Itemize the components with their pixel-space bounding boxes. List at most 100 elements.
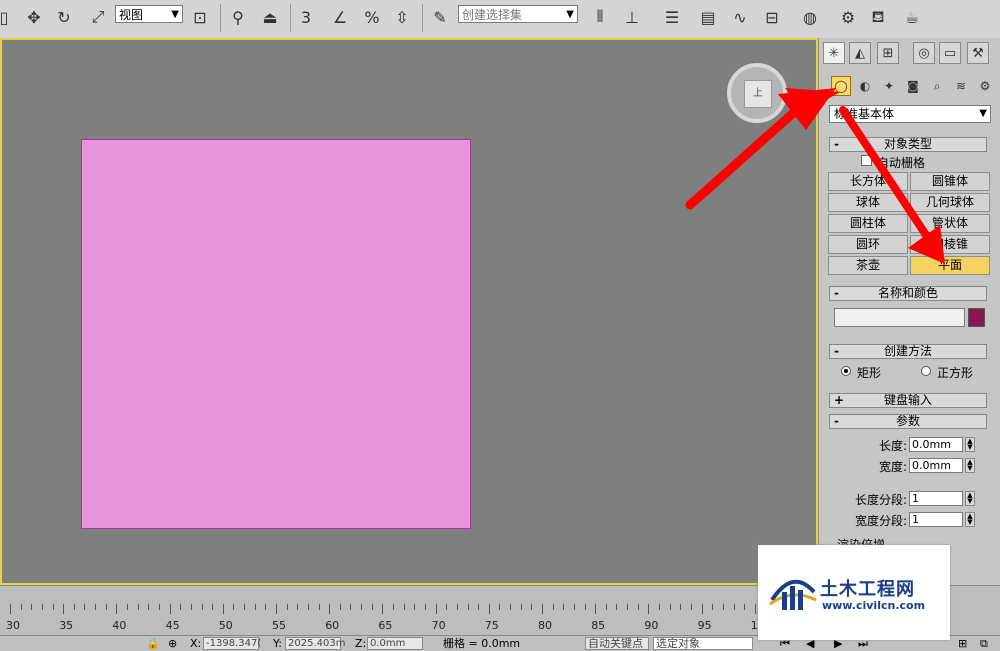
z-coord-field[interactable]: 0.0mm — [367, 637, 423, 650]
scene-explorer-icon[interactable]: ▤ — [696, 5, 720, 29]
timeline-tick — [286, 604, 288, 610]
primitive-type-dropdown[interactable]: 标准基本体 ▼ — [829, 105, 991, 123]
sphere-button[interactable]: 球体 — [828, 193, 908, 212]
watermark-url: www.civilcn.com — [822, 599, 926, 612]
scale-icon[interactable]: ⤢ — [86, 5, 110, 29]
parameters-rollout[interactable]: - 参数 — [829, 414, 987, 429]
layer-manager-icon[interactable]: ☰ — [660, 5, 684, 29]
timeline-tick — [254, 604, 256, 610]
geometry-category-icon[interactable]: ◯ — [831, 76, 851, 96]
object-name-input[interactable] — [834, 308, 965, 327]
shapes-category-icon[interactable]: ◐ — [855, 76, 875, 96]
width-segs-input[interactable]: 1 — [909, 512, 963, 527]
select-icon[interactable]: ▯ — [0, 5, 16, 29]
render-setup-icon[interactable]: ⚙ — [836, 5, 860, 29]
timeline-tick — [446, 604, 448, 610]
spinner-snap-icon[interactable]: ⇳ — [390, 5, 414, 29]
collapse-icon: - — [834, 137, 839, 151]
y-coord-field[interactable]: 2025.403m — [285, 637, 345, 650]
timeline-tick — [510, 604, 512, 610]
angle-snap-icon[interactable]: ∠ — [328, 5, 352, 29]
absolute-mode-icon[interactable]: ⊕ — [168, 637, 177, 650]
timeline-tick-label: 75 — [484, 619, 499, 632]
tube-button[interactable]: 管状体 — [910, 214, 990, 233]
keyboard-shortcut-icon[interactable]: ⏏ — [258, 5, 282, 29]
timeline-tick — [297, 604, 299, 610]
width-spinner[interactable]: ▲ ▼ — [965, 458, 975, 473]
move-icon[interactable]: ✥ — [22, 5, 46, 29]
plane-button[interactable]: 平面 — [910, 256, 990, 275]
create-tab-icon[interactable]: ✳ — [823, 42, 845, 64]
plane-object[interactable] — [81, 139, 471, 529]
hierarchy-tab-icon[interactable]: ⊞ — [877, 42, 899, 64]
auto-key-button[interactable]: 自动关键点 — [585, 637, 649, 650]
viewcube[interactable]: 上 — [727, 63, 787, 123]
width-segs-label: 宽度分段: — [855, 514, 908, 528]
render-frame-icon[interactable]: ⛾ — [866, 5, 890, 29]
mirror-icon[interactable]: ⫴ — [588, 5, 612, 29]
object-color-swatch[interactable] — [968, 308, 985, 327]
timeline-tick — [722, 604, 724, 610]
creation-method-rollout[interactable]: - 创建方法 — [829, 344, 987, 359]
link-icon[interactable]: ⚲ — [226, 5, 250, 29]
rotate-icon[interactable]: ↻ — [52, 5, 76, 29]
timeline-tick — [329, 604, 331, 614]
key-filter-dropdown[interactable]: 选定对象 — [653, 637, 753, 650]
timeline-tick-label: 90 — [644, 619, 659, 632]
cylinder-button[interactable]: 圆柱体 — [828, 214, 908, 233]
named-selection-placeholder: 创建选择集 — [462, 8, 523, 22]
geosphere-button[interactable]: 几何球体 — [910, 193, 990, 212]
modify-tab-icon[interactable]: ◭ — [849, 42, 871, 64]
width-segs-spinner[interactable]: ▲ ▼ — [965, 512, 975, 527]
systems-category-icon[interactable]: ⚙ — [975, 76, 995, 96]
keyboard-entry-rollout[interactable]: + 键盘输入 — [829, 393, 987, 408]
cone-button[interactable]: 圆锥体 — [910, 172, 990, 191]
parameters-title: 参数 — [895, 414, 920, 428]
name-color-rollout[interactable]: - 名称和颜色 — [829, 286, 987, 301]
object-type-rollout[interactable]: - 对象类型 — [829, 137, 987, 152]
align-icon[interactable]: ⊥ — [620, 5, 644, 29]
box-button[interactable]: 长方体 — [828, 172, 908, 191]
teapot-button[interactable]: 茶壶 — [828, 256, 908, 275]
length-segs-input[interactable]: 1 — [909, 491, 963, 506]
square-radio[interactable] — [921, 366, 931, 376]
timeline-tick — [63, 604, 65, 614]
named-selection-dropdown[interactable]: 创建选择集 ▼ — [458, 5, 578, 23]
viewcube-top-face[interactable]: 上 — [744, 80, 772, 108]
curve-editor-icon[interactable]: ∿ — [728, 5, 752, 29]
percent-snap-icon[interactable]: % — [360, 5, 384, 29]
lock-icon[interactable]: 🔒 — [146, 637, 160, 650]
length-segs-spinner[interactable]: ▲ ▼ — [965, 491, 975, 506]
timeline-tick — [435, 604, 437, 614]
snap-toggle-icon[interactable]: 3 — [294, 5, 318, 29]
motion-tab-icon[interactable]: ◎ — [913, 42, 935, 64]
display-tab-icon[interactable]: ▭ — [939, 42, 961, 64]
material-editor-icon[interactable]: ◍ — [798, 5, 822, 29]
y-label: Y: — [273, 637, 282, 650]
torus-button[interactable]: 圆环 — [828, 235, 908, 254]
zoom-extents-icon[interactable]: ⊞ — [958, 637, 967, 650]
cameras-category-icon[interactable]: ◙ — [903, 76, 923, 96]
maximize-viewport-icon[interactable]: ⧉ — [980, 637, 988, 650]
spacewarps-category-icon[interactable]: ≋ — [951, 76, 971, 96]
schematic-view-icon[interactable]: ⊟ — [760, 5, 784, 29]
timeline-tick — [467, 604, 469, 610]
length-input[interactable]: 0.0mm — [909, 437, 963, 452]
x-coord-field[interactable]: -1398.347( — [203, 637, 261, 650]
autogrid-checkbox[interactable] — [861, 155, 872, 166]
timeline-tick — [190, 604, 192, 610]
lights-category-icon[interactable]: ✦ — [879, 76, 899, 96]
timeline-tick — [648, 604, 650, 614]
pyramid-button[interactable]: 四棱锥 — [910, 235, 990, 254]
timeline-tick — [41, 604, 43, 610]
width-label: 宽度: — [879, 460, 908, 474]
utilities-tab-icon[interactable]: ⚒ — [967, 42, 989, 64]
pivot-icon[interactable]: ⊡ — [188, 5, 212, 29]
render-teapot-icon[interactable]: ☕ — [900, 5, 924, 29]
reference-coord-dropdown[interactable]: 视图 ▼ — [115, 5, 183, 23]
length-spinner[interactable]: ▲ ▼ — [965, 437, 975, 452]
helpers-category-icon[interactable]: ⌕ — [927, 76, 947, 96]
width-input[interactable]: 0.0mm — [909, 458, 963, 473]
rectangle-radio[interactable] — [841, 366, 851, 376]
edit-named-selection-icon[interactable]: ✎ — [428, 5, 452, 29]
